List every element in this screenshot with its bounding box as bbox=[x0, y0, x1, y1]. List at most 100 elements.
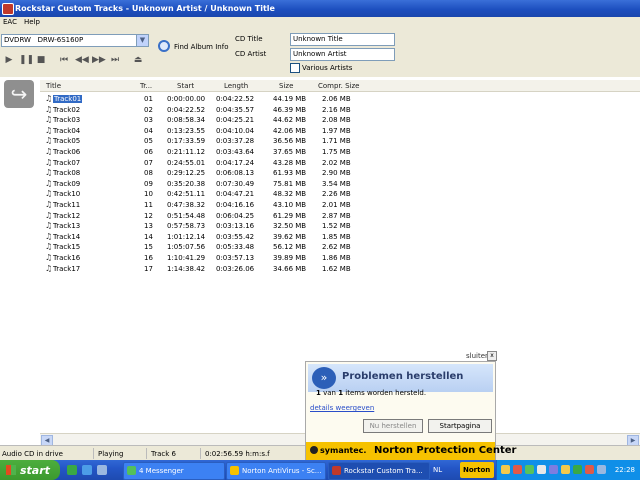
system-tray: 22:28 bbox=[496, 460, 640, 480]
table-cell: 1:01:12.14 bbox=[167, 232, 206, 241]
table-cell: 1.71 MB bbox=[322, 137, 351, 146]
table-row[interactable]: ♫ Track06 06 0:21:11.12 0:03:43.64 37.65 MB 1.… bbox=[40, 147, 640, 157]
window-title: Rockstar Custom Tracks - Unknown Artist … bbox=[15, 4, 275, 13]
table-row[interactable]: ♫ Track13 13 0:57:58.73 0:03:13.16 32.50 MB 1.… bbox=[40, 221, 640, 231]
title-bar[interactable]: Rockstar Custom Tracks - Unknown Artist … bbox=[0, 0, 640, 17]
column-size[interactable]: Size bbox=[279, 82, 293, 90]
column-length[interactable]: Length bbox=[224, 82, 248, 90]
table-row[interactable]: ♫ Track14 14 1:01:12.14 0:03:55.42 39.62 MB 1.… bbox=[40, 232, 640, 242]
convert-arrow-icon[interactable]: ↪ bbox=[4, 80, 34, 108]
cd-title-field[interactable]: Unknown Title bbox=[290, 33, 395, 46]
search-icon bbox=[158, 40, 170, 52]
table-row[interactable]: ♫ Track03 03 0:08:58.34 0:04:25.21 44.62 MB 2.… bbox=[40, 115, 640, 125]
table-cell: 0:00:00.00 bbox=[167, 95, 206, 103]
table-row[interactable]: ♫ Track10 10 0:42:51.11 0:04:47.21 48.32 MB 2.… bbox=[40, 189, 640, 199]
tray-icon-3[interactable] bbox=[525, 465, 534, 474]
table-cell: 48.32 MB bbox=[273, 190, 307, 199]
cd-artist-field[interactable]: Unknown Artist bbox=[290, 48, 395, 61]
playback-time: 0:02:56.59 h:m:s.f bbox=[205, 450, 270, 458]
table-cell: 1.75 MB bbox=[322, 148, 351, 156]
table-cell: 2.26 MB bbox=[322, 190, 351, 199]
tray-icon-1[interactable] bbox=[501, 465, 510, 474]
table-cell: 61.29 MB bbox=[273, 211, 307, 220]
table-cell: 06 bbox=[144, 148, 153, 156]
task-norton-antivirus[interactable]: Norton AntiVirus - Sc... bbox=[226, 462, 326, 480]
pause-icon[interactable]: ❚❚ bbox=[19, 54, 34, 66]
tray-icon-5[interactable] bbox=[549, 465, 558, 474]
task-rockstar-custom-tracks[interactable]: Rockstar Custom Tra... bbox=[328, 462, 430, 480]
drive-select[interactable]: DVDRW DRW-6S160P ▼ bbox=[1, 34, 149, 47]
menu-help[interactable]: Help bbox=[24, 18, 40, 26]
fast-forward-icon[interactable]: ▶▶ bbox=[92, 54, 106, 66]
column-track[interactable]: Tr... bbox=[140, 82, 152, 90]
norton-tray-button[interactable]: Norton bbox=[460, 462, 494, 478]
table-row[interactable]: ♫ Track12 12 0:51:54.48 0:06:04.25 61.29 MB 2.… bbox=[40, 211, 640, 221]
table-row[interactable]: ♫ Track07 07 0:24:55.01 0:04:17.24 43.28 MB 2.… bbox=[40, 158, 640, 168]
table-row[interactable]: ♫ Track17 17 1:14:38.42 0:03:26.06 34.66 MB 1.… bbox=[40, 264, 640, 274]
table-cell: 2.87 MB bbox=[322, 211, 351, 220]
various-artists-checkbox[interactable] bbox=[290, 63, 300, 73]
chevron-down-icon[interactable]: ▼ bbox=[136, 35, 148, 46]
table-cell: 01 bbox=[144, 95, 153, 103]
column-compr-size[interactable]: Compr. Size bbox=[318, 82, 360, 90]
skip-back-icon[interactable]: ⏮ bbox=[58, 54, 70, 66]
skip-forward-icon[interactable]: ⏭ bbox=[109, 54, 121, 66]
table-cell: Track10 bbox=[53, 190, 81, 199]
table-row[interactable]: ♫ Track11 11 0:47:38.32 0:04:16.16 43.10 MB 2.… bbox=[40, 200, 640, 210]
table-cell: 2.62 MB bbox=[322, 243, 351, 252]
table-row[interactable]: ♫ Track08 08 0:29:12.25 0:06:08.13 61.93 MB 2.… bbox=[40, 168, 640, 178]
table-cell: 12 bbox=[144, 211, 153, 220]
table-cell: 1:05:07.56 bbox=[167, 243, 206, 252]
tray-icon-4[interactable] bbox=[537, 465, 546, 474]
details-link[interactable]: details weergeven bbox=[310, 404, 374, 412]
media-player-icon[interactable] bbox=[97, 465, 107, 475]
table-row[interactable]: ♫ Track05 05 0:17:33.59 0:03:37.28 36.56 MB 1.… bbox=[40, 136, 640, 146]
table-cell: 2.02 MB bbox=[322, 158, 351, 167]
table-cell: 0:03:55.42 bbox=[216, 232, 255, 241]
app-icon bbox=[2, 3, 14, 15]
repair-now-button[interactable]: Nu herstellen bbox=[363, 419, 423, 433]
tray-icon-8[interactable] bbox=[585, 465, 594, 474]
close-icon[interactable]: x bbox=[487, 351, 497, 361]
table-row[interactable]: ♫ Track01 01 0:00:00.00 0:04:22.52 44.19 MB 2.… bbox=[40, 94, 640, 104]
tray-icon-2[interactable] bbox=[513, 465, 522, 474]
taskbar: start 4 Messenger Norton AntiVirus - Sc.… bbox=[0, 460, 640, 480]
menu-eac[interactable]: EAC bbox=[3, 18, 17, 26]
table-cell: 61.93 MB bbox=[273, 169, 307, 178]
play-icon[interactable]: ▶ bbox=[3, 54, 15, 66]
start-button[interactable]: start bbox=[0, 460, 60, 480]
tray-icon-6[interactable] bbox=[561, 465, 570, 474]
column-title[interactable]: Title bbox=[46, 82, 61, 90]
clock[interactable]: 22:28 bbox=[615, 466, 635, 474]
table-cell: 0:06:08.13 bbox=[216, 169, 255, 178]
table-row[interactable]: ♫ Track16 16 1:10:41.29 0:03:57.13 39.89 MB 1.… bbox=[40, 253, 640, 263]
tray-icon-9[interactable] bbox=[597, 465, 606, 474]
table-cell: 0:05:33.48 bbox=[216, 243, 255, 252]
table-row[interactable]: ♫ Track15 15 1:05:07.56 0:05:33.48 56.12 MB 2.… bbox=[40, 242, 640, 252]
table-row[interactable]: ♫ Track04 04 0:13:23.55 0:04:10.04 42.06 MB 1.… bbox=[40, 126, 640, 136]
table-cell: Track07 bbox=[53, 158, 81, 167]
rockstar-icon bbox=[332, 466, 341, 475]
language-indicator[interactable]: NL bbox=[433, 466, 442, 474]
stop-icon[interactable]: ■ bbox=[35, 54, 47, 66]
table-cell: 0:03:57.13 bbox=[216, 254, 255, 262]
show-desktop-icon[interactable] bbox=[67, 465, 77, 475]
popup-close-link[interactable]: sluiten bbox=[466, 352, 489, 360]
tray-icon-7[interactable] bbox=[573, 465, 582, 474]
table-cell: 13 bbox=[144, 222, 153, 231]
table-cell: 0:57:58.73 bbox=[167, 222, 206, 231]
task-messenger[interactable]: 4 Messenger bbox=[123, 462, 225, 480]
find-album-info-button[interactable]: Find Album Info bbox=[158, 40, 228, 54]
table-row[interactable]: ♫ Track09 09 0:35:20.38 0:07:30.49 75.81 MB 3.… bbox=[40, 179, 640, 189]
internet-explorer-icon[interactable] bbox=[82, 465, 92, 475]
rewind-icon[interactable]: ◀◀ bbox=[75, 54, 89, 66]
music-note-icon: ♫ bbox=[45, 242, 53, 252]
popup-footer: symantec. Norton Protection Center bbox=[306, 442, 516, 461]
table-cell: 1.62 MB bbox=[322, 264, 351, 273]
eject-icon[interactable]: ⏏ bbox=[132, 54, 144, 66]
table-cell: 0:04:17.24 bbox=[216, 158, 255, 167]
music-note-icon: ♫ bbox=[45, 231, 53, 241]
table-row[interactable]: ♫ Track02 02 0:04:22.52 0:04:35.57 46.39 MB 2.… bbox=[40, 105, 640, 115]
home-page-button[interactable]: Startpagina bbox=[428, 419, 492, 433]
column-start[interactable]: Start bbox=[177, 82, 194, 90]
